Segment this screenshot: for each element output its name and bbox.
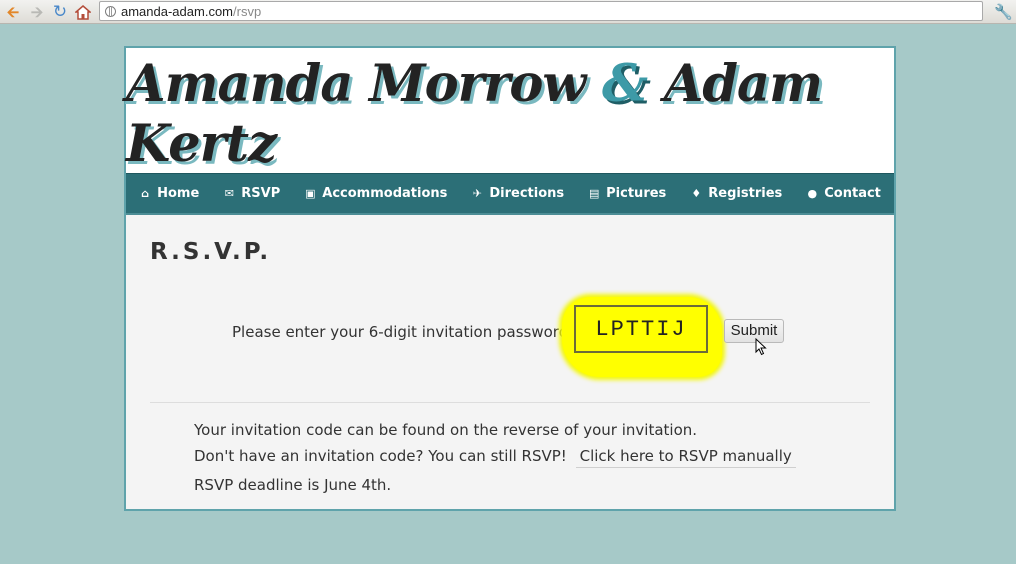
nav-item-rsvp[interactable]: ✉ RSVP bbox=[211, 174, 292, 213]
header-banner: Amanda Morrow & Adam Kertz bbox=[126, 48, 894, 174]
nav-label: Pictures bbox=[606, 186, 667, 201]
nav-label: RSVP bbox=[241, 186, 281, 201]
photo-icon: ▤ bbox=[588, 187, 600, 200]
browser-home-icon[interactable] bbox=[73, 2, 93, 22]
address-bar[interactable]: amanda-adam.com/rsvp bbox=[99, 1, 983, 21]
nav-label: Registries bbox=[708, 186, 783, 201]
forward-arrow-icon[interactable]: 🡪 bbox=[27, 2, 47, 22]
title-ampersand: & bbox=[602, 53, 648, 114]
rsvp-content: R.S.V.P. Please enter your 6-digit invit… bbox=[126, 215, 894, 512]
browser-toolbar: 🡨 🡪 ↻ amanda-adam.com/rsvp 🔧 bbox=[0, 0, 1016, 24]
password-prompt-label: Please enter your 6-digit invitation pas… bbox=[232, 323, 574, 341]
invitation-password-input[interactable] bbox=[574, 305, 708, 353]
nav-item-contact[interactable]: ● Contact bbox=[794, 174, 893, 213]
rsvp-deadline: RSVP deadline is June 4th. bbox=[194, 476, 392, 494]
wrench-icon[interactable]: 🔧 bbox=[994, 3, 1013, 21]
invitation-code-info: Your invitation code can be found on the… bbox=[194, 421, 698, 439]
envelope-icon: ✉ bbox=[224, 187, 234, 200]
submit-button[interactable]: Submit bbox=[724, 319, 784, 343]
no-code-text: Don't have an invitation code? You can s… bbox=[194, 447, 567, 465]
page-title: R.S.V.P. bbox=[150, 239, 272, 265]
nav-label: Directions bbox=[489, 186, 565, 201]
url-path: /rsvp bbox=[233, 3, 262, 19]
section-divider bbox=[150, 402, 870, 403]
tag-icon: ♦ bbox=[691, 187, 702, 200]
title-name-left: Amanda Morrow bbox=[126, 53, 586, 114]
nav-item-home[interactable]: ⌂ Home bbox=[127, 174, 211, 213]
airplane-icon: ✈ bbox=[472, 187, 482, 200]
no-code-info-line: Don't have an invitation code? You can s… bbox=[194, 447, 796, 468]
page-container: Amanda Morrow & Adam Kertz ⌂ Home ✉ RSVP… bbox=[124, 46, 896, 511]
main-nav: ⌂ Home ✉ RSVP ▣ Accommodations ✈ Directi… bbox=[126, 173, 894, 215]
nav-label: Home bbox=[157, 186, 200, 201]
nav-label: Accommodations bbox=[322, 186, 448, 201]
mouse-cursor-icon bbox=[755, 338, 767, 356]
suitcase-icon: ▣ bbox=[305, 187, 316, 200]
rsvp-manually-link[interactable]: Click here to RSVP manually bbox=[575, 447, 796, 468]
reload-icon[interactable]: ↻ bbox=[50, 2, 70, 22]
nav-label: Contact bbox=[824, 186, 881, 201]
home-icon: ⌂ bbox=[141, 187, 150, 200]
site-title[interactable]: Amanda Morrow & Adam Kertz bbox=[126, 54, 894, 174]
back-arrow-icon[interactable]: 🡨 bbox=[3, 2, 23, 22]
nav-item-registries[interactable]: ♦ Registries bbox=[678, 174, 794, 213]
nav-item-pictures[interactable]: ▤ Pictures bbox=[576, 174, 678, 213]
nav-item-directions[interactable]: ✈ Directions bbox=[459, 174, 576, 213]
nav-item-accommodations[interactable]: ▣ Accommodations bbox=[292, 174, 459, 213]
speech-bubble-icon: ● bbox=[807, 187, 818, 200]
globe-icon bbox=[105, 5, 116, 17]
url-host: amanda-adam.com bbox=[121, 3, 233, 19]
